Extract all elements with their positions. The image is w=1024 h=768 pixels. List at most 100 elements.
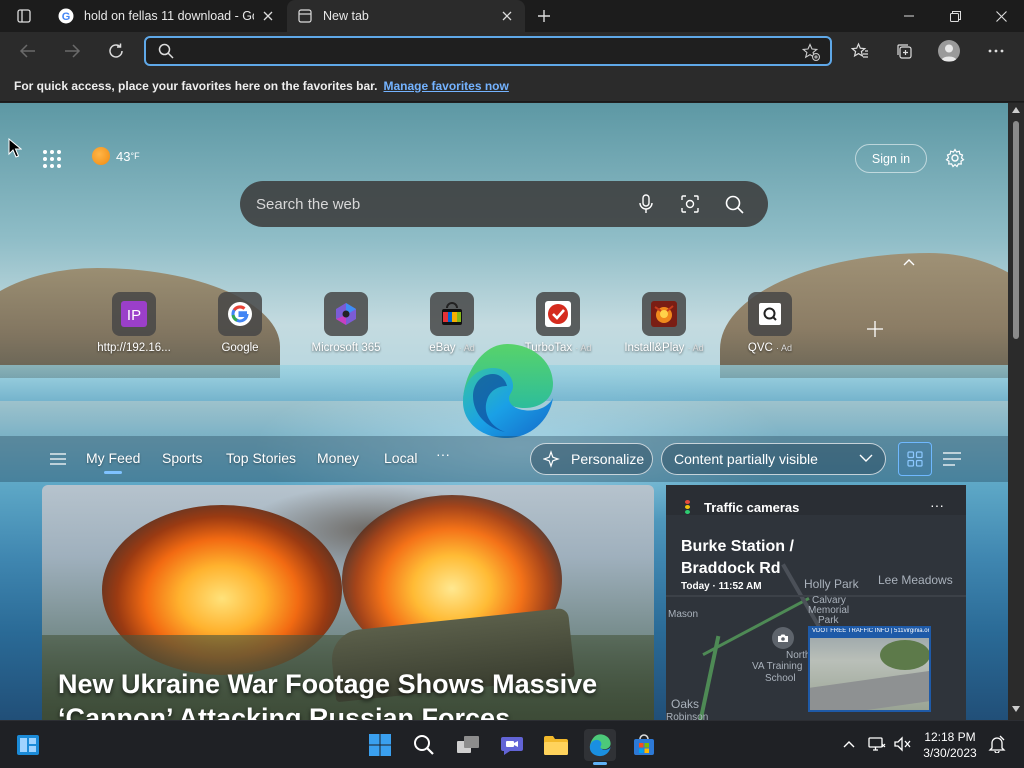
page-settings-button[interactable] <box>942 145 968 171</box>
address-bar[interactable] <box>144 36 832 66</box>
traffic-cameras-card[interactable]: Traffic cameras ··· Burke Station / Brad… <box>666 485 966 720</box>
qvc-icon <box>748 292 792 336</box>
app-launcher-button[interactable] <box>38 145 66 173</box>
tab-actions-button[interactable] <box>8 5 40 27</box>
grid-view-button[interactable] <box>898 442 932 476</box>
list-layout-icon <box>943 452 961 466</box>
browser-toolbar <box>0 32 1024 70</box>
feed-tab-my-feed[interactable]: My Feed <box>86 450 140 474</box>
tab-new-tab[interactable]: New tab <box>287 0 525 32</box>
weather-temp: 43 <box>116 148 131 164</box>
content-visibility-dropdown[interactable]: Content partially visible <box>661 443 886 475</box>
feed-tab-top-stories[interactable]: Top Stories <box>226 450 296 466</box>
collections-button[interactable] <box>888 35 920 67</box>
add-favorite-icon[interactable] <box>801 43 820 66</box>
quick-link[interactable]: IP http://192.16... <box>84 292 184 354</box>
feed-tab-money[interactable]: Money <box>317 450 359 466</box>
new-tab-button[interactable] <box>532 4 556 28</box>
store-button[interactable] <box>628 729 660 761</box>
back-arrow-icon <box>19 44 35 58</box>
google-icon <box>218 292 262 336</box>
manage-favorites-link[interactable]: Manage favorites now <box>383 79 508 93</box>
profile-avatar[interactable] <box>938 40 960 62</box>
map-label: Mason <box>668 609 699 620</box>
sun-icon <box>92 147 110 165</box>
gear-icon <box>945 148 965 168</box>
voice-search-icon[interactable] <box>624 182 668 226</box>
collapse-quick-links-button[interactable] <box>900 253 918 271</box>
personalize-button[interactable]: Personalize <box>530 443 653 475</box>
weather-widget[interactable]: 43 °F <box>92 147 140 165</box>
start-button[interactable] <box>364 729 396 761</box>
show-hidden-icons-button[interactable] <box>838 733 860 755</box>
folder-icon <box>544 736 568 755</box>
tab-close-icon[interactable] <box>499 8 515 24</box>
camera-pin[interactable] <box>772 627 794 649</box>
chat-button[interactable] <box>496 729 528 761</box>
app-grid-icon <box>43 150 61 168</box>
traffic-card-more-button[interactable]: ··· <box>930 497 944 513</box>
quick-link[interactable]: Microsoft 365 <box>296 292 396 354</box>
edge-taskbar-button[interactable] <box>584 729 616 765</box>
tab-bar: G hold on fellas 11 download - Google Ne… <box>0 0 1024 32</box>
search-taskbar-button[interactable] <box>408 729 440 761</box>
search-submit-icon[interactable] <box>712 182 756 226</box>
tab-close-icon[interactable] <box>260 8 276 24</box>
search-icon <box>414 735 434 755</box>
new-tab-page: 43 °F Sign in Search the web IP http://19… <box>0 103 1008 720</box>
quick-link[interactable]: Install&Play · Ad <box>614 292 714 354</box>
network-icon <box>868 737 886 751</box>
favorites-bar-message: For quick access, place your favorites h… <box>14 78 378 93</box>
map-label: Robinson <box>666 712 709 720</box>
volume-button[interactable] <box>892 733 914 755</box>
settings-more-button[interactable] <box>980 35 1012 67</box>
refresh-button[interactable] <box>100 35 132 67</box>
list-view-button[interactable] <box>940 447 964 471</box>
map-label: Lee Meadows <box>878 573 953 587</box>
traffic-camera-image[interactable]: VDOT FREE TRAFFIC INFO | 511virginia.org <box>808 626 931 712</box>
svg-text:G: G <box>62 11 71 23</box>
clock-date: 3/30/2023 <box>923 746 977 760</box>
tab-google-search[interactable]: G hold on fellas 11 download - Google <box>48 0 286 32</box>
favorites-button[interactable] <box>844 35 876 67</box>
profile-icon <box>941 44 957 61</box>
widgets-button[interactable] <box>12 729 44 761</box>
close-window-button[interactable] <box>978 0 1024 32</box>
add-quick-link-button[interactable] <box>864 318 886 340</box>
back-button[interactable] <box>12 35 44 67</box>
forward-arrow-icon <box>65 44 81 58</box>
web-search-box[interactable]: Search the web <box>240 181 768 227</box>
minimize-button[interactable] <box>886 0 932 32</box>
sign-in-button[interactable]: Sign in <box>855 144 927 173</box>
tab-title: hold on fellas 11 download - Google <box>84 9 254 23</box>
taskbar: 12:18 PM 3/30/2023 <box>0 720 1024 768</box>
install-play-icon <box>642 292 686 336</box>
hero-headline[interactable]: New Ukraine War Footage Shows Massive ‘C… <box>58 667 638 720</box>
feed-tab-sports[interactable]: Sports <box>162 450 202 466</box>
quick-link[interactable]: QVC · Ad <box>720 292 820 354</box>
network-status-button[interactable] <box>866 733 888 755</box>
visual-search-icon[interactable] <box>668 182 712 226</box>
notifications-button[interactable] <box>986 733 1008 755</box>
hero-news-card[interactable]: New Ukraine War Footage Shows Massive ‘C… <box>42 485 654 720</box>
forward-button[interactable] <box>56 35 88 67</box>
feed-tab-local[interactable]: Local <box>384 450 417 466</box>
camera-image-detail <box>810 667 929 710</box>
file-explorer-button[interactable] <box>540 729 572 761</box>
system-clock[interactable]: 12:18 PM 3/30/2023 <box>920 729 980 761</box>
page-scrollbar[interactable] <box>1008 103 1024 720</box>
scroll-down-icon[interactable] <box>1012 706 1020 712</box>
restore-button[interactable] <box>932 0 978 32</box>
personalize-label: Personalize <box>571 451 645 467</box>
more-horizontal-icon <box>988 49 1004 53</box>
microsoft-store-icon <box>634 734 654 755</box>
scroll-up-icon[interactable] <box>1012 107 1020 113</box>
feed-more-button[interactable]: ··· <box>436 446 450 462</box>
quick-link[interactable]: Google <box>190 292 290 354</box>
close-icon <box>995 10 1007 22</box>
svg-text:IP: IP <box>127 307 141 324</box>
scrollbar-thumb[interactable] <box>1013 121 1019 339</box>
map-label: School <box>765 673 796 684</box>
task-view-button[interactable] <box>452 729 484 761</box>
feed-menu-button[interactable] <box>48 449 68 469</box>
